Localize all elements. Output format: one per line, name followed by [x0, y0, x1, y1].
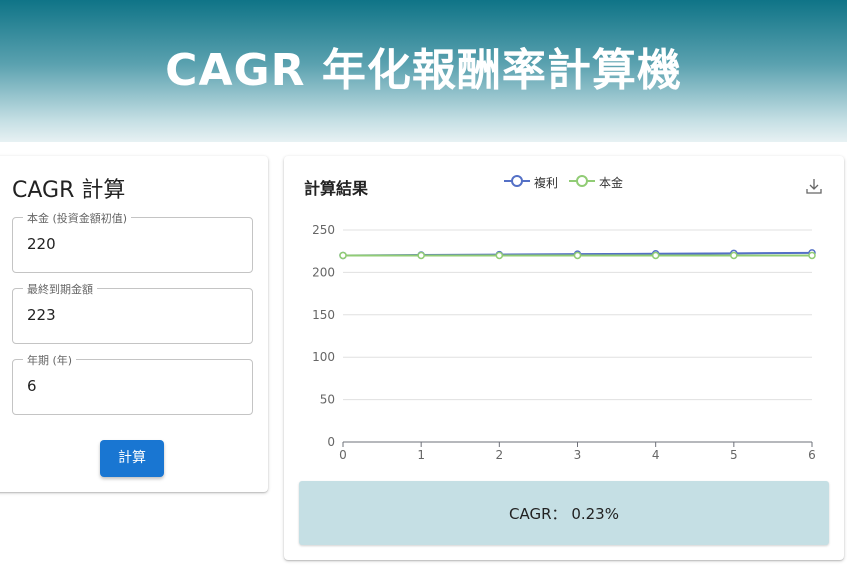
cagr-result-text: CAGR： 0.23%: [299, 503, 829, 524]
x-tick-label: 4: [652, 448, 660, 462]
y-tick-label: 100: [312, 350, 335, 364]
cagr-result-box: CAGR： 0.23%: [299, 481, 829, 545]
y-tick-label: 50: [320, 393, 335, 407]
data-point: [651, 251, 660, 260]
header-banner: CAGR 年化報酬率計算機: [0, 0, 847, 142]
cagr-label: CAGR：: [509, 505, 567, 523]
principal-value[interactable]: 220: [27, 235, 56, 253]
years-value[interactable]: 6: [27, 377, 37, 395]
cagr-value: 0.23%: [571, 505, 619, 523]
x-tick-label: 1: [417, 448, 425, 462]
data-point: [730, 251, 738, 260]
form-title: CAGR 計算: [12, 178, 126, 203]
final-amount-value[interactable]: 223: [27, 306, 56, 324]
y-tick-label: 250: [312, 223, 335, 237]
data-point: [808, 251, 816, 260]
data-point: [339, 251, 347, 260]
y-tick-label: 0: [327, 435, 335, 449]
line-chart: 0 50 100 150 200 250 0 1 2 3 4 5 6: [312, 223, 816, 462]
principal-label: 本金 (投資金額初值): [23, 210, 132, 226]
data-point: [417, 251, 425, 260]
x-tick-label: 2: [496, 448, 504, 462]
final-amount-label: 最終到期金額: [23, 281, 97, 297]
x-tick-label: 3: [574, 448, 582, 462]
principal-field[interactable]: 本金 (投資金額初值) 220: [12, 210, 253, 273]
x-tick-label: 6: [808, 448, 816, 462]
results-card: 計算結果 複利 本金 0 50 100 150 200 250 0 1 2 3 4 5 6 CAGR： …: [284, 156, 844, 560]
cagr-form-card: CAGR 計算 本金 (投資金額初值) 220 最終到期金額 223 年期 (年…: [0, 156, 268, 492]
y-tick-label: 150: [312, 308, 335, 322]
years-label: 年期 (年): [23, 352, 77, 368]
calculate-button[interactable]: 計算: [100, 440, 164, 477]
x-tick-label: 0: [339, 448, 347, 462]
years-field[interactable]: 年期 (年) 6: [12, 352, 253, 415]
page-title: CAGR 年化報酬率計算機: [165, 45, 682, 96]
y-tick-label: 200: [312, 265, 335, 279]
data-point: [495, 251, 504, 260]
data-point: [573, 251, 582, 260]
final-amount-field[interactable]: 最終到期金額 223: [12, 281, 253, 344]
x-tick-label: 5: [730, 448, 738, 462]
